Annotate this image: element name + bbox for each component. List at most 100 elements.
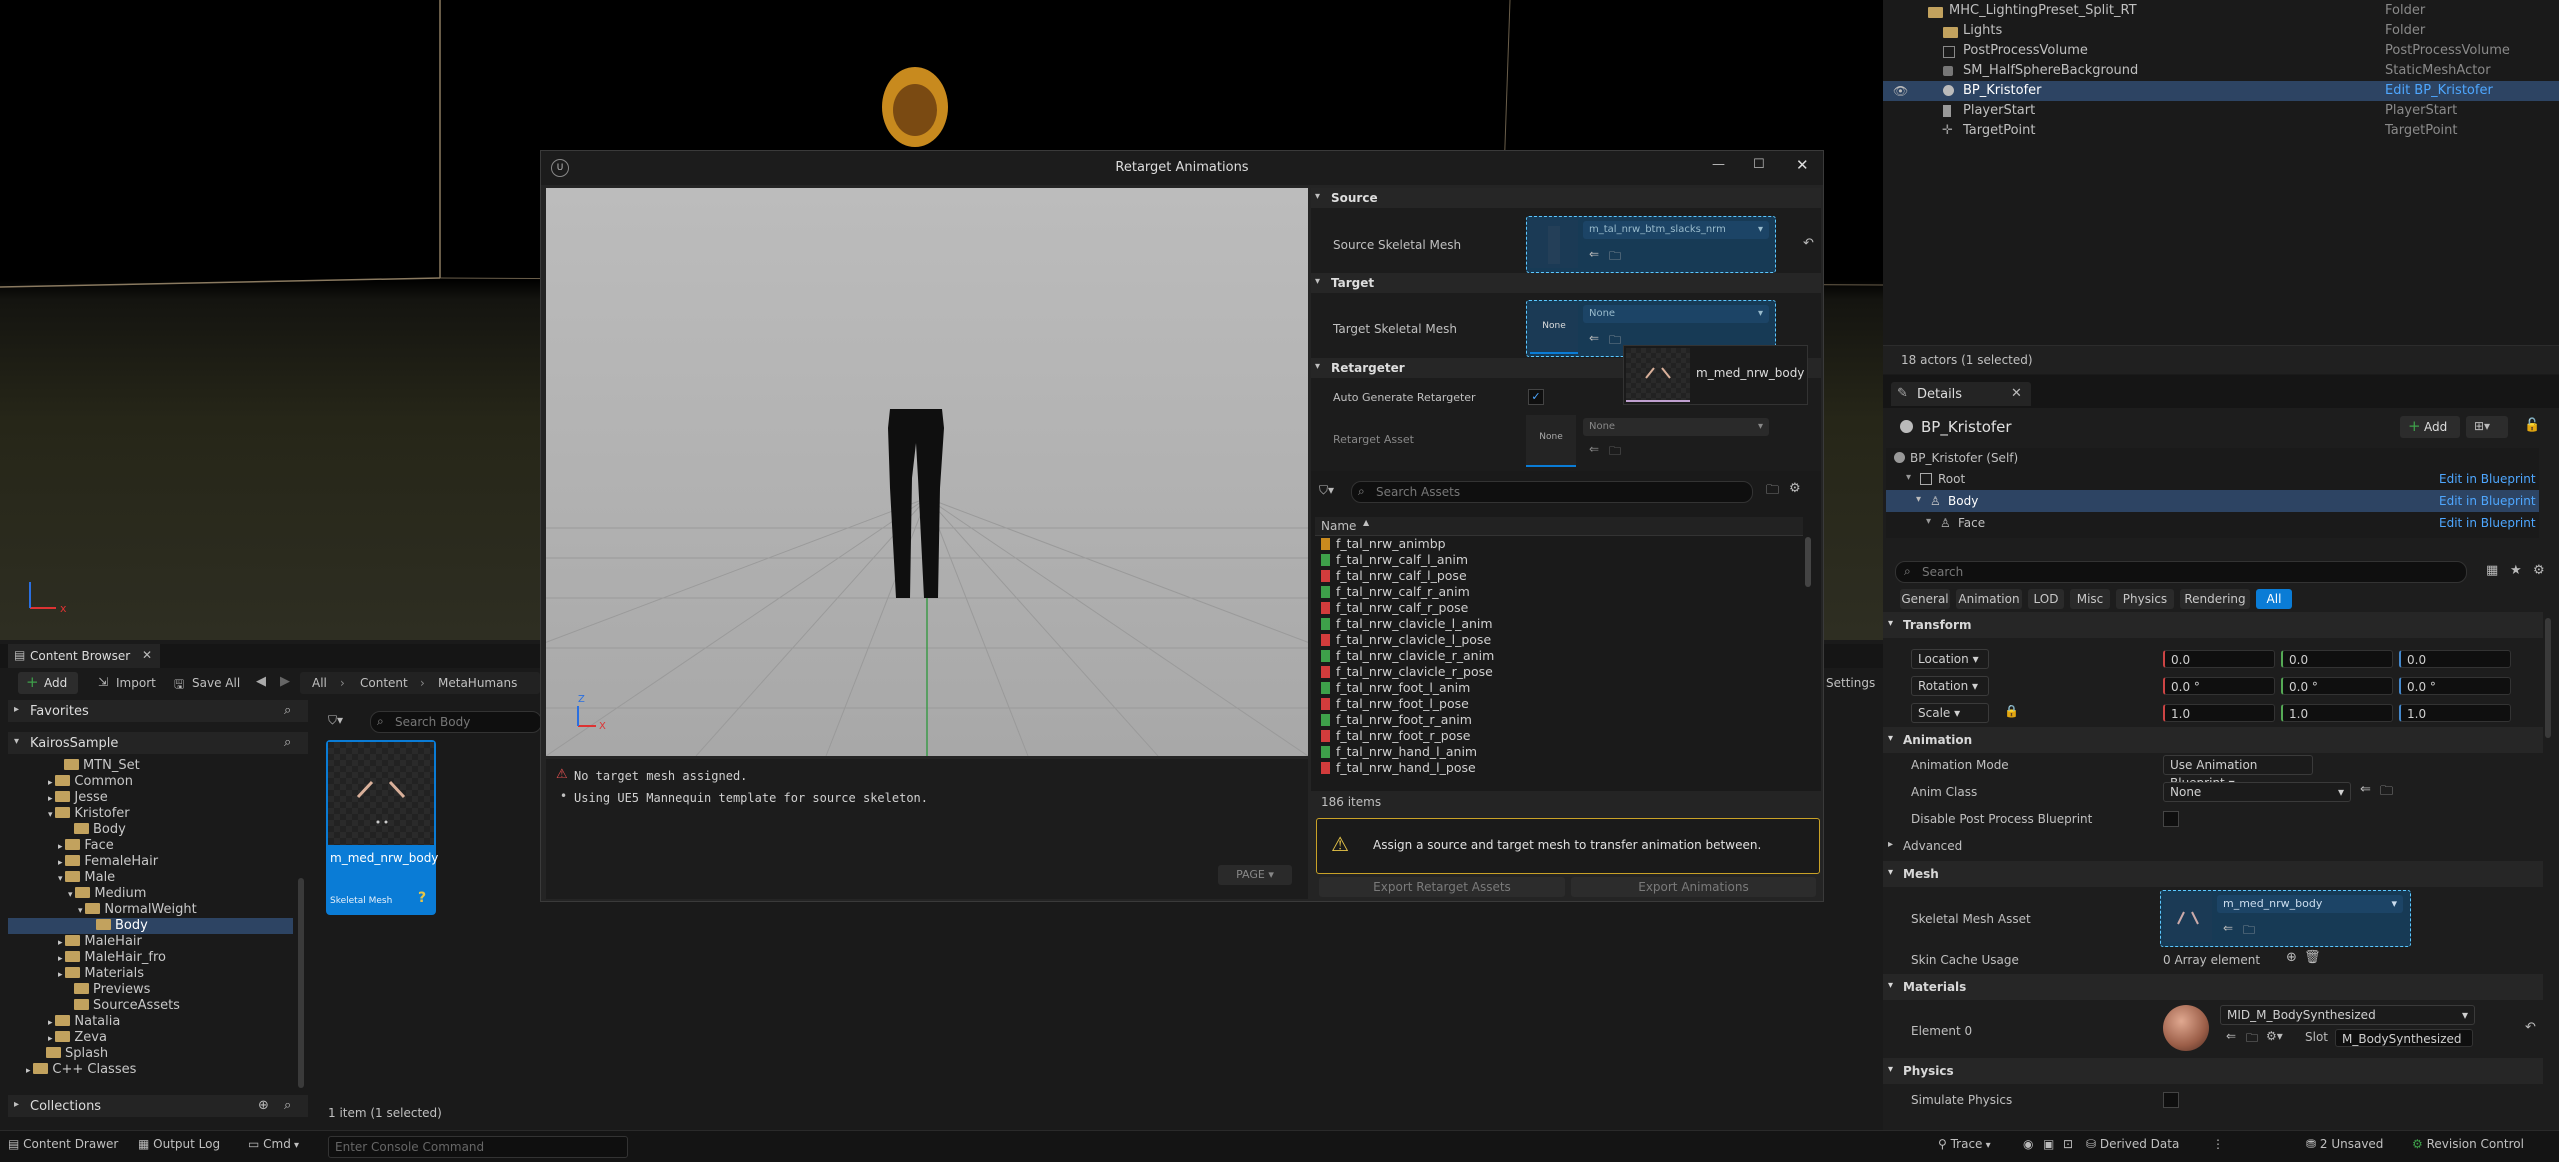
export-retarget-assets-button[interactable]: Export Retarget Assets	[1319, 877, 1565, 897]
edit-in-blueprint-link[interactable]: Edit in Blueprint	[2439, 472, 2536, 486]
project-root-header[interactable]: ▾ KairosSample ⌕	[8, 732, 308, 754]
outliner-row[interactable]: SM_HalfSphereBackground StaticMeshActor	[1883, 61, 2559, 81]
location-y-field[interactable]: 0.0	[2281, 650, 2393, 668]
outliner-row-selected[interactable]: 👁 BP_Kristofer Edit BP_Kristofer	[1883, 81, 2559, 101]
edit-blueprint-link[interactable]: Edit BP_Kristofer	[2385, 83, 2493, 98]
tab-details[interactable]: ✎ Details ✕	[1891, 382, 2031, 406]
list-item[interactable]: f_tal_nrw_calf_l_pose	[1321, 568, 1467, 584]
history-back-icon[interactable]: ◀	[256, 674, 266, 689]
tree-folder[interactable]: ▸ FemaleHair	[58, 854, 158, 870]
scale-z-field[interactable]: 1.0	[2399, 704, 2511, 722]
filter-tab-general[interactable]: General	[1900, 589, 1950, 609]
browse-folder-icon[interactable]: 🗀	[1609, 247, 1621, 268]
asset-search-input[interactable]: ⌕ Search Assets	[1351, 481, 1753, 503]
outliner-row[interactable]: PlayerStart PlayerStart	[1883, 101, 2559, 121]
console-input[interactable]: Enter Console Command	[328, 1136, 628, 1158]
browse-arrow-icon[interactable]: ⇐	[1589, 442, 1599, 456]
simulate-physics-checkbox[interactable]	[2163, 1092, 2179, 1108]
material-thumbnail[interactable]	[2163, 1005, 2209, 1051]
target-section-header[interactable]: ▾ Target	[1311, 273, 1821, 293]
tree-folder[interactable]: MTN_Set	[64, 758, 140, 774]
materials-section-header[interactable]: ▾ Materials	[1883, 974, 2543, 1000]
list-item[interactable]: f_tal_nrw_foot_r_pose	[1321, 728, 1471, 744]
tree-folder-selected[interactable]: Body	[8, 918, 293, 934]
list-item[interactable]: f_tal_nrw_clavicle_r_anim	[1321, 648, 1494, 664]
tree-folder[interactable]: Splash	[46, 1046, 108, 1062]
tree-folder[interactable]: ▸ Natalia	[48, 1014, 120, 1030]
outliner-row[interactable]: PostProcessVolume PostProcessVolume	[1883, 41, 2559, 61]
export-animations-button[interactable]: Export Animations	[1571, 877, 1816, 897]
target-mesh-dropdown[interactable]: None ▾	[1583, 305, 1769, 323]
scale-x-field[interactable]: 1.0	[2163, 704, 2275, 722]
close-icon[interactable]: ✕	[2011, 386, 2022, 401]
lock-icon[interactable]: 🔒	[2004, 704, 2019, 718]
list-item[interactable]: f_tal_nrw_clavicle_r_pose	[1321, 664, 1493, 680]
blueprint-options-button[interactable]: ⊞▾	[2466, 416, 2508, 438]
list-item[interactable]: f_tal_nrw_calf_r_pose	[1321, 600, 1468, 616]
trace-dropdown[interactable]: ⚲ Trace ▾	[1938, 1137, 1991, 1152]
tree-scrollbar[interactable]	[298, 878, 304, 1088]
browse-arrow-icon[interactable]: ⇐	[2226, 1029, 2236, 1043]
more-options-icon[interactable]: ⋮	[2212, 1137, 2224, 1151]
tree-folder[interactable]: ▸ Zeva	[48, 1030, 107, 1046]
list-item[interactable]: f_tal_nrw_clavicle_l_anim	[1321, 616, 1493, 632]
page-button[interactable]: PAGE ▾	[1218, 865, 1292, 885]
browse-arrow-icon[interactable]: ⇐	[1589, 331, 1599, 345]
material-slot-field[interactable]: M_BodySynthesized	[2335, 1029, 2473, 1047]
asset-search-input[interactable]: ⌕ Search Body	[370, 711, 542, 733]
tree-folder[interactable]: SourceAssets	[74, 998, 180, 1014]
gear-icon[interactable]: ⚙	[1789, 481, 1801, 496]
source-section-header[interactable]: ▾ Source	[1311, 188, 1821, 208]
anim-class-dropdown[interactable]: None ▾	[2163, 782, 2351, 802]
maximize-icon[interactable]: ☐	[1753, 157, 1765, 172]
details-search-input[interactable]: ⌕ Search	[1895, 561, 2467, 583]
name-column-header[interactable]: Name ▲	[1315, 517, 1803, 536]
tree-folder[interactable]: ▸ Jesse	[48, 790, 108, 806]
close-icon[interactable]: ✕	[1796, 156, 1809, 174]
chevron-right-icon[interactable]: ▸	[1888, 839, 1893, 850]
chevron-down-icon[interactable]: ▾	[1916, 494, 1921, 505]
component-row[interactable]: ▾ ♙ Face Edit in Blueprint	[1886, 512, 2539, 534]
filter-tab-lod[interactable]: LOD	[2028, 589, 2064, 609]
location-z-field[interactable]: 0.0	[2399, 650, 2511, 668]
asset-list-scrollbar[interactable]	[1805, 537, 1811, 587]
record-icon[interactable]: ◉	[2023, 1137, 2033, 1151]
component-row-selected[interactable]: ▾ ♙ Body Edit in Blueprint	[1886, 490, 2539, 512]
lock-icon[interactable]: 🔓	[2524, 418, 2540, 433]
search-icon[interactable]: ⌕	[284, 1098, 291, 1113]
save-all-button[interactable]: 🖫 Save All	[172, 672, 252, 694]
rotation-x-field[interactable]: 0.0 °	[2163, 677, 2275, 695]
scale-y-field[interactable]: 1.0	[2281, 704, 2393, 722]
material-options-icon[interactable]: ⚙▾	[2266, 1029, 2283, 1043]
trash-icon[interactable]: 🗑	[2304, 950, 2321, 965]
add-component-button[interactable]: + Add	[2400, 416, 2460, 438]
list-item[interactable]: f_tal_nrw_foot_r_anim	[1321, 712, 1472, 728]
location-x-field[interactable]: 0.0	[2163, 650, 2275, 668]
list-item[interactable]: f_tal_nrw_animbp	[1321, 536, 1446, 552]
component-row[interactable]: BP_Kristofer (Self)	[1886, 448, 2539, 468]
breadcrumb-content[interactable]: Content	[360, 676, 408, 690]
minimize-icon[interactable]: —	[1712, 157, 1725, 172]
filter-tab-misc[interactable]: Misc	[2070, 589, 2110, 609]
gear-icon[interactable]: ⚙	[2533, 563, 2545, 578]
location-mode-dropdown[interactable]: Location ▾	[1911, 649, 1989, 669]
breadcrumb-all[interactable]: All	[312, 676, 327, 690]
physics-section-header[interactable]: ▾ Physics	[1883, 1058, 2543, 1084]
tree-folder[interactable]: ▸ MaleHair_fro	[58, 950, 166, 966]
list-item[interactable]: f_tal_nrw_foot_l_anim	[1321, 680, 1470, 696]
camera-icon[interactable]: ▣	[2043, 1137, 2054, 1151]
add-collection-icon[interactable]: ⊕	[258, 1098, 269, 1113]
browse-folder-icon[interactable]: 🗀	[1609, 331, 1621, 352]
edit-in-blueprint-link[interactable]: Edit in Blueprint	[2439, 494, 2536, 508]
add-element-icon[interactable]: ⊕	[2286, 950, 2297, 965]
browse-folder-icon[interactable]: 🗀	[1609, 442, 1621, 463]
list-item[interactable]: f_tal_nrw_calf_r_anim	[1321, 584, 1470, 600]
transform-section-header[interactable]: ▾ Transform	[1883, 612, 2543, 638]
mesh-section-header[interactable]: ▾ Mesh	[1883, 861, 2543, 887]
rotation-z-field[interactable]: 0.0 °	[2399, 677, 2511, 695]
search-icon[interactable]: ⌕	[284, 703, 291, 718]
tree-folder[interactable]: ▸ Materials	[58, 966, 144, 982]
source-mesh-dropdown[interactable]: m_tal_nrw_btm_slacks_nrm ▾	[1583, 221, 1769, 239]
browse-arrow-icon[interactable]: ⇐	[2223, 921, 2233, 935]
tree-folder[interactable]: Body	[74, 822, 126, 838]
